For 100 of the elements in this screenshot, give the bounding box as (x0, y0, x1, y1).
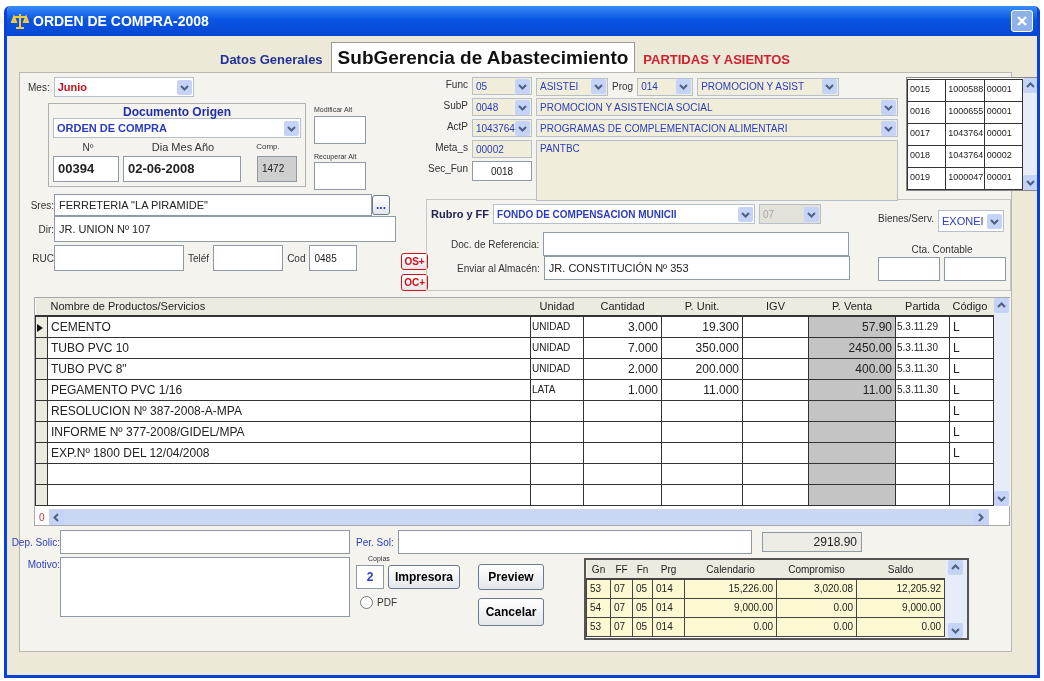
table-cell: 0.00 (776, 598, 857, 617)
table-cell: UNIDAD (530, 337, 584, 358)
column-header[interactable]: Prg (652, 560, 685, 579)
text-field[interactable] (314, 162, 366, 190)
field-label: ActP (445, 120, 469, 134)
field-label: Dir: (37, 222, 54, 237)
add-order-button[interactable]: OC+ (401, 274, 428, 291)
list-cell[interactable]: 0018 (907, 145, 946, 167)
dropdown[interactable]: PROMOCION Y ASIST (697, 77, 840, 96)
dropdown[interactable]: PROMOCION Y ASISTENCIA SOCIAL (536, 98, 898, 116)
list-cell[interactable]: 1000655 (945, 101, 985, 123)
cancel-button[interactable]: Cancelar (478, 598, 545, 626)
text-field[interactable]: JR. UNION Nº 107 (54, 216, 396, 242)
text-field[interactable] (213, 245, 284, 271)
list-cell[interactable]: 00001 (984, 167, 1023, 189)
table-cell: L (949, 442, 994, 463)
preview-button[interactable]: Preview (478, 564, 545, 590)
text-field[interactable] (543, 232, 850, 256)
row-selector[interactable] (35, 337, 48, 358)
text-field[interactable] (944, 257, 1006, 281)
list-cell[interactable]: 00001 (984, 101, 1023, 123)
list-cell[interactable]: 0015 (907, 79, 946, 101)
column-header[interactable]: Saldo (856, 560, 945, 579)
copies-field[interactable]: 2 (356, 564, 384, 589)
row-selector[interactable] (35, 463, 48, 484)
dropdown[interactable]: 014 (637, 77, 694, 96)
dropdown[interactable]: 1043764 (472, 119, 532, 137)
list-cell[interactable]: 0016 (907, 101, 946, 123)
row-selector[interactable] (35, 316, 48, 337)
list-cell[interactable]: 00002 (984, 145, 1023, 167)
text-field[interactable] (54, 245, 184, 271)
tab[interactable]: Datos Generales (212, 48, 331, 72)
dropdown[interactable]: ASISTEI (536, 77, 608, 96)
dropdown[interactable]: FONDO DE COMPENSACION MUNICII (493, 204, 756, 224)
text-field[interactable]: 0018 (472, 161, 532, 181)
dropdown[interactable]: EXONEI (937, 210, 1004, 232)
scrollbar[interactable] (1023, 78, 1037, 190)
tab[interactable]: PARTIDAS Y ASIENTOS (635, 48, 798, 72)
column-header[interactable]: IGV (742, 298, 809, 316)
table-cell: 200.000 (661, 358, 743, 379)
table-cell: 7.000 (583, 337, 662, 358)
list-cell[interactable]: 1043764 (945, 145, 985, 167)
scrollbar[interactable] (945, 560, 968, 638)
table-cell: 5.3.11.30 (895, 358, 950, 379)
column-header[interactable]: Código (949, 298, 994, 316)
list-cell[interactable]: 00001 (984, 123, 1023, 145)
column-header[interactable]: Partida (895, 298, 950, 316)
text-field[interactable]: FERRETERIA "LA PIRAMIDE" (54, 194, 372, 216)
dropdown[interactable]: 05 (472, 77, 532, 95)
dropdown[interactable]: Junio (53, 77, 194, 97)
text-field[interactable] (878, 257, 940, 281)
row-selector[interactable] (35, 358, 48, 379)
scrollbar[interactable] (48, 509, 989, 525)
dropdown[interactable]: ORDEN DE COMPRA (53, 118, 301, 138)
text-field[interactable]: JR. CONSTITUCIÓN Nº 353 (543, 256, 850, 280)
column-header[interactable]: Calendario (684, 560, 777, 579)
radio-button[interactable] (360, 595, 373, 609)
list-cell[interactable]: 00001 (984, 79, 1023, 101)
list-cell[interactable]: 1000047 (945, 167, 985, 189)
row-selector[interactable] (35, 379, 48, 400)
row-selector[interactable] (35, 421, 48, 442)
tab[interactable]: SubGerencia de Abastecimiento (330, 42, 636, 72)
field-label: Dia Mes Año (150, 140, 216, 155)
dropdown[interactable]: 0048 (472, 98, 532, 116)
total-field: 2918.90 (762, 532, 862, 552)
row-selector[interactable] (35, 484, 48, 505)
text-field[interactable]: 02-06-2008 (123, 155, 241, 182)
scroll-down-icon (994, 491, 1009, 506)
text-field[interactable] (398, 530, 752, 554)
column-header[interactable]: P. Unit. (661, 298, 743, 316)
table-cell: 014 (652, 598, 685, 617)
text-field[interactable]: 1472 (257, 155, 297, 182)
list-cell[interactable]: 0019 (907, 167, 946, 189)
field-label: Meta_s (434, 141, 469, 155)
browse-button[interactable]: ... (372, 195, 390, 215)
column-header[interactable]: Gn (586, 560, 611, 579)
column-header[interactable]: P. Venta (808, 298, 896, 316)
column-header[interactable]: Compromiso (776, 560, 857, 579)
scrollbar[interactable] (994, 298, 1010, 506)
field-label: Teléf (188, 251, 210, 266)
close-button[interactable] (1011, 10, 1033, 32)
list-cell[interactable]: 0017 (907, 123, 946, 145)
row-selector[interactable] (35, 442, 48, 463)
print-button[interactable]: Impresora (388, 564, 461, 589)
scroll-up-icon (948, 560, 964, 575)
list-cell[interactable]: 1043764 (945, 123, 985, 145)
text-field[interactable] (314, 115, 366, 144)
list-cell[interactable]: 1000588 (945, 79, 985, 101)
text-field[interactable] (60, 557, 350, 617)
column-header[interactable]: Nombre de Productos/Servicios (47, 298, 531, 316)
dropdown[interactable]: PROGRAMAS DE COMPLEMENTACION ALIMENTARI (536, 119, 898, 137)
row-selector[interactable] (35, 400, 48, 421)
table-cell: 05 (632, 617, 653, 636)
column-header[interactable]: Unidad (530, 298, 584, 316)
text-field[interactable]: 0485 (309, 245, 358, 271)
column-header[interactable]: FF (610, 560, 633, 579)
text-field[interactable]: 00394 (53, 155, 119, 182)
column-header[interactable]: Cantidad (583, 298, 662, 316)
add-order-button[interactable]: OS+ (401, 253, 428, 270)
text-field[interactable] (60, 530, 350, 554)
